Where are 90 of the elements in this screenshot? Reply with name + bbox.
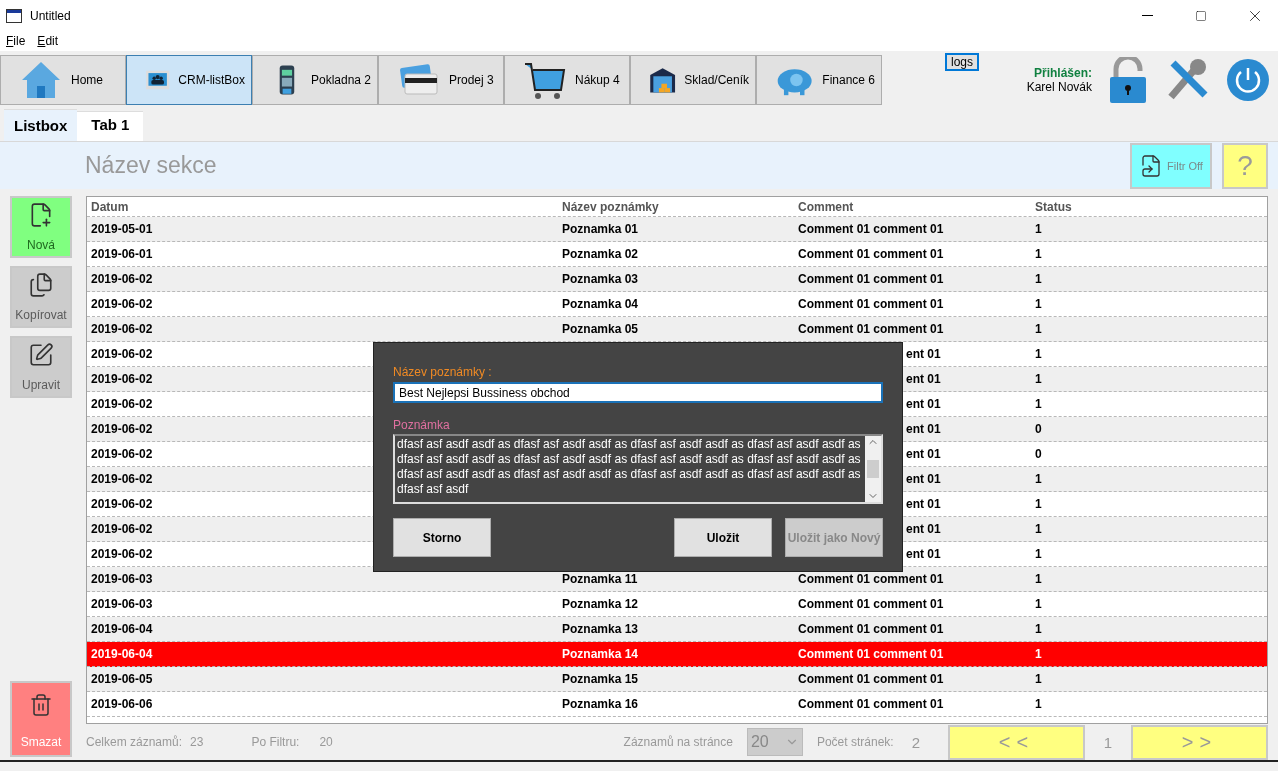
table-cell: Comment 01 comment 01 <box>798 247 944 262</box>
filtered-value: 20 <box>319 735 334 750</box>
table-cell: Poznamka 11 <box>562 572 638 587</box>
table-cell: 1 <box>1035 347 1042 362</box>
table-cell: 1 <box>1035 222 1042 237</box>
column-header: Comment <box>797 199 855 214</box>
table-cell: 2019-06-02 <box>91 322 153 337</box>
table-cell: 2019-06-02 <box>91 472 153 487</box>
table-cell: ent 01 <box>906 372 941 387</box>
user-name: Karel Novák <box>1026 79 1092 94</box>
per-page-label: Záznamů na stránce <box>623 735 733 750</box>
table-cell: ent 01 <box>906 547 941 562</box>
table-cell: Comment 01 comment 01 <box>798 647 944 662</box>
title-label: Název poznámky : <box>393 365 493 379</box>
table-cell: Poznamka 14 <box>562 647 639 662</box>
table-cell: ent 01 <box>906 522 941 537</box>
table-cell: 2019-06-04 <box>91 622 153 637</box>
table-cell: 2019-06-02 <box>91 422 153 437</box>
table-cell: 1 <box>1035 272 1042 287</box>
table-cell: 2019-06-02 <box>91 272 153 287</box>
table-cell: 1 <box>1035 697 1042 712</box>
table-cell: Comment 01 comment 01 <box>798 322 944 337</box>
table-cell: Comment 01 comment 01 <box>798 222 944 237</box>
table-cell: Comment 01 comment 01 <box>798 622 944 637</box>
table-cell: Poznamka 13 <box>562 622 639 637</box>
table-cell: Poznamka 05 <box>562 322 639 337</box>
table-cell: 2019-06-06 <box>91 697 153 712</box>
table-cell: 2019-06-01 <box>91 247 153 262</box>
table-cell: Poznamka 03 <box>562 272 639 287</box>
table-cell: 2019-06-02 <box>91 497 153 512</box>
pages-value: 2 <box>911 733 920 751</box>
table-cell: 1 <box>1035 672 1042 687</box>
table-cell: 1 <box>1035 647 1042 662</box>
table-cell: 2019-06-02 <box>91 522 153 537</box>
table-cell: 0 <box>1035 422 1042 437</box>
table-cell: Comment 01 comment 01 <box>798 672 944 687</box>
total-value: 23 <box>190 735 204 750</box>
table-cell: Comment 01 comment 01 <box>798 297 944 312</box>
table-cell: 1 <box>1035 397 1042 412</box>
table-cell: Poznamka 16 <box>562 697 639 712</box>
table-cell: 2019-06-05 <box>91 672 153 687</box>
table-cell: Comment 01 comment 01 <box>798 572 944 587</box>
table-cell: 1 <box>1035 372 1042 387</box>
table-cell: Poznamka 15 <box>562 672 639 687</box>
page-number: 1 <box>1102 733 1114 751</box>
table-cell: 1 <box>1035 297 1042 312</box>
table-cell: Poznamka 02 <box>562 247 639 262</box>
column-header: Datum <box>90 199 130 214</box>
table-cell: ent 01 <box>906 447 941 462</box>
table-cell: 2019-06-03 <box>91 572 153 587</box>
table-cell: Comment 01 comment 01 <box>798 697 944 712</box>
table-cell: 1 <box>1035 622 1042 637</box>
table-cell: 1 <box>1035 247 1042 262</box>
table-cell: 2019-06-02 <box>91 297 153 312</box>
user-label: Přihlášen: <box>1033 65 1092 80</box>
column-header: Status <box>1034 199 1073 214</box>
table-cell: 2019-06-03 <box>91 597 153 612</box>
table-cell: ent 01 <box>906 397 941 412</box>
table-cell: 2019-06-02 <box>91 347 153 362</box>
table-cell: 2019-05-01 <box>91 222 153 237</box>
total-label: Celkem záznamů: <box>86 735 183 750</box>
table-cell: ent 01 <box>906 472 941 487</box>
table-cell: 2019-06-02 <box>91 397 153 412</box>
table-cell: Poznamka 12 <box>562 597 639 612</box>
table-cell: 1 <box>1035 472 1042 487</box>
table-cell: 2019-06-02 <box>91 372 153 387</box>
table-cell: Comment 01 comment 01 <box>798 597 944 612</box>
filtered-label: Po Filtru: <box>251 735 300 750</box>
table-cell: 2019-06-02 <box>91 447 153 462</box>
table-cell: 1 <box>1035 497 1042 512</box>
pages-label: Počet stránek: <box>816 735 894 750</box>
table-cell: 0 <box>1035 447 1042 462</box>
table-cell: 1 <box>1035 547 1042 562</box>
table-cell: 1 <box>1035 597 1042 612</box>
note-label: Poznámka <box>393 418 451 432</box>
window-title: Untitled <box>30 8 72 23</box>
table-cell: ent 01 <box>906 497 941 512</box>
table-cell: 1 <box>1035 572 1042 587</box>
table-cell: 2019-06-02 <box>91 547 153 562</box>
table-cell: Poznamka 01 <box>562 222 639 237</box>
section-title: Název sekce <box>85 152 218 180</box>
table-cell: 1 <box>1035 322 1042 337</box>
note-text: dfasf asf asdf asdf as dfasf asf asdf asdf as dfasf asf asdf asdf as dfasf asf asdf asdf as dfasf asf asdf asdf as dfasf asf asdf asdf as dfasf asf asdf asdf as dfasf asf asdf asdf as dfasf asf asdf asdf as dfasf asf asdf asdf as dfasf asf asdf asdf as dfasf asf asdf asdf as dfasf asf asdf <box>396 436 862 498</box>
column-header: Název poznámky <box>561 199 660 214</box>
table-cell: 2019-06-04 <box>91 647 153 662</box>
table-cell: Poznamka 04 <box>562 297 639 312</box>
table-cell: ent 01 <box>906 347 941 362</box>
table-cell: 1 <box>1035 522 1042 537</box>
table-cell: Comment 01 comment 01 <box>798 272 944 287</box>
table-cell: ent 01 <box>906 422 941 437</box>
